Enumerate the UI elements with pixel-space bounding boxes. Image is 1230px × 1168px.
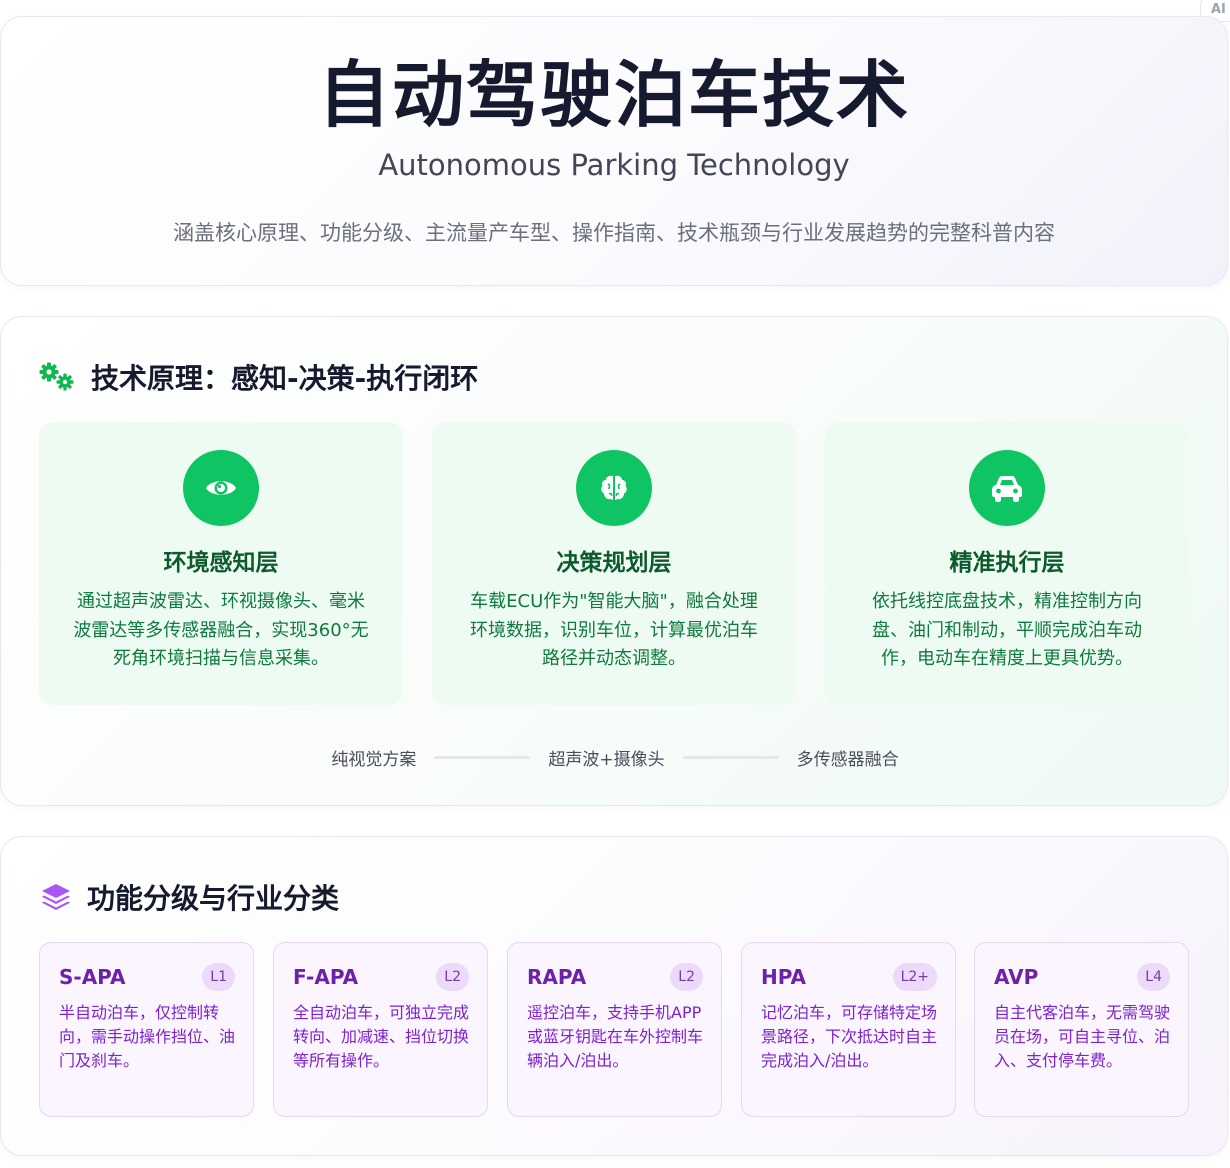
level-card-f-apa: F-APA L2 全自动泊车，可独立完成转向、加减速、挡位切换等所有操作。	[273, 942, 488, 1117]
level-badge: L2	[436, 963, 469, 991]
card-title: 精准执行层	[949, 550, 1065, 576]
level-description: 遥控泊车，支持手机APP或蓝牙钥匙在车外控制车辆泊入/泊出。	[527, 1003, 704, 1070]
level-card-avp: AVP L4 自主代客泊车，无需驾驶员在场，可自主寻位、泊入、支付停车费。	[974, 942, 1189, 1117]
level-description: 自主代客泊车，无需驾驶员在场，可自主寻位、泊入、支付停车费。	[994, 1003, 1171, 1070]
gears-icon	[39, 362, 74, 391]
car-icon-badge	[969, 450, 1045, 526]
layers-icon	[42, 884, 70, 910]
level-name: F-APA	[293, 965, 359, 989]
level-name: S-APA	[59, 965, 126, 989]
level-card-rapa: RAPA L2 遥控泊车，支持手机APP或蓝牙钥匙在车外控制车辆泊入/泊出。	[507, 942, 722, 1117]
level-name: RAPA	[527, 965, 587, 989]
card-title: 决策规划层	[556, 550, 672, 576]
level-description: 半自动泊车，仅控制转向，需手动操作挡位、油门及刹车。	[59, 1003, 236, 1070]
scheme-ultrasonic-camera: 超声波+摄像头	[548, 750, 665, 770]
card-title: 环境感知层	[163, 550, 279, 576]
level-name: HPA	[761, 965, 807, 989]
level-badge: L2	[670, 963, 703, 991]
levels-heading-text: 功能分级与行业分类	[87, 882, 340, 915]
level-badge: L2+	[892, 963, 937, 991]
card-description: 依托线控底盘技术，精准控制方向盘、油门和制动，平顺完成泊车动作，电动车在精度上更…	[872, 591, 1142, 669]
principle-heading-text: 技术原理：感知-决策-执行闭环	[91, 362, 479, 395]
sensor-scheme-bar: 纯视觉方案 超声波+摄像头 多传感器融合	[1, 745, 1229, 770]
level-badge: L1	[202, 963, 235, 991]
page-subtitle: Autonomous Parking Technology	[378, 148, 850, 182]
brain-icon-badge	[576, 450, 652, 526]
level-name: AVP	[994, 965, 1039, 989]
level-badge: L4	[1137, 963, 1170, 991]
level-card-s-apa: S-APA L1 半自动泊车，仅控制转向，需手动操作挡位、油门及刹车。	[39, 942, 254, 1117]
level-card-hpa: HPA L2+ 记忆泊车，可存储特定场景路径，下次抵达时自主完成泊入/泊出。	[741, 942, 956, 1117]
principle-card-decision: 决策规划层 车载ECU作为"智能大脑"，融合处理环境数据，识别车位，计算最优泊车…	[432, 422, 796, 705]
principle-card-execution: 精准执行层 依托线控底盘技术，精准控制方向盘、油门和制动，平顺完成泊车动作，电动…	[825, 422, 1189, 705]
scheme-divider	[434, 756, 531, 759]
principle-heading: 技术原理：感知-决策-执行闭环	[39, 357, 478, 397]
principle-card-perception: 环境感知层 通过超声波雷达、环视摄像头、毫米波雷达等多传感器融合，实现360°无…	[39, 422, 403, 705]
page-description: 涵盖核心原理、功能分级、主流量产车型、操作指南、技术瓶颈与行业发展趋势的完整科普…	[173, 221, 1055, 245]
level-description: 记忆泊车，可存储特定场景路径，下次抵达时自主完成泊入/泊出。	[761, 1003, 938, 1070]
scheme-vision-only: 纯视觉方案	[331, 750, 417, 770]
scheme-multi-sensor: 多传感器融合	[796, 750, 899, 770]
scheme-divider	[682, 756, 779, 759]
page-title: 自动驾驶泊车技术	[317, 53, 910, 137]
hero-card: 自动驾驶泊车技术 Autonomous Parking Technology 涵…	[0, 16, 1228, 286]
eye-icon	[206, 481, 236, 495]
levels-heading: 功能分级与行业分类	[39, 877, 339, 917]
car-icon	[992, 476, 1022, 502]
card-description: 通过超声波雷达、环视摄像头、毫米波雷达等多传感器融合，实现360°无死角环境扫描…	[73, 591, 369, 669]
brain-icon	[601, 475, 627, 500]
level-description: 全自动泊车，可独立完成转向、加减速、挡位切换等所有操作。	[293, 1003, 470, 1070]
principle-section: 技术原理：感知-决策-执行闭环 环境感知层 通过超声波雷达、环视摄像头、毫米波雷…	[0, 316, 1228, 806]
eye-icon-badge	[183, 450, 259, 526]
levels-section: 功能分级与行业分类 S-APA L1 半自动泊车，仅控制转向，需手动操作挡位、油…	[0, 836, 1228, 1156]
card-description: 车载ECU作为"智能大脑"，融合处理环境数据，识别车位，计算最优泊车路径并动态调…	[470, 591, 758, 669]
